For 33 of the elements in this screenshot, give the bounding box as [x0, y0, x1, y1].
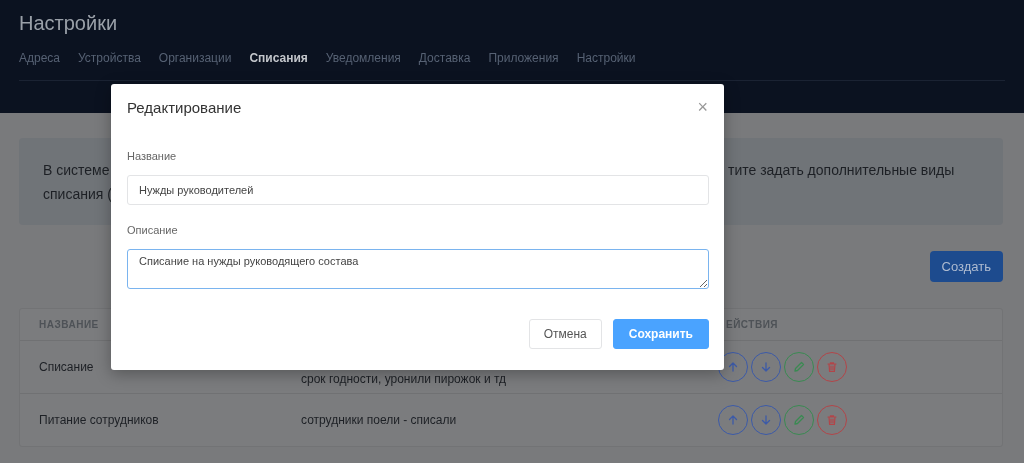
field-label: Описание: [127, 223, 179, 238]
pencil-icon: [792, 360, 806, 374]
pencil-icon: [792, 413, 806, 427]
description-field[interactable]: Списание на нужды руководящего состава: [127, 249, 709, 289]
name-field[interactable]: Нужды руководителей: [127, 175, 709, 205]
close-button[interactable]: ×: [695, 98, 710, 116]
field-label: Название: [127, 149, 178, 164]
arrow-down-icon: [759, 413, 773, 427]
save-button[interactable]: Сохранить: [612, 319, 709, 349]
cancel-button[interactable]: Отмена: [528, 319, 602, 349]
trash-icon: [825, 413, 839, 427]
nav-tab[interactable]: Списания: [249, 50, 308, 66]
nav-tab[interactable]: Адреса: [19, 50, 61, 66]
nav-tab[interactable]: Уведомления: [325, 50, 401, 66]
create-button[interactable]: Создать: [929, 251, 1003, 282]
table-cell-text: срок годности, уронили пирожок и тд: [301, 371, 508, 386]
nav-tab[interactable]: Приложения: [488, 50, 559, 66]
nav-tab[interactable]: Организации: [158, 50, 232, 66]
nav-tab[interactable]: Устройства: [78, 50, 141, 66]
arrow-up-icon: [726, 360, 740, 374]
arrow-up-icon: [726, 413, 740, 427]
info-text: В системе: [43, 161, 110, 180]
trash-icon: [825, 360, 839, 374]
info-text: списания (: [43, 185, 112, 204]
nav-tab[interactable]: Настройки: [576, 50, 636, 66]
nav-tab[interactable]: Доставка: [418, 50, 471, 66]
page-title: Настройки: [19, 11, 118, 36]
table-cell-text: Питание сотрудников: [38, 413, 160, 427]
table-cell-text: Списание: [38, 360, 95, 374]
table-cell-text: сотрудники поели - списали: [301, 413, 458, 427]
arrow-down-icon: [759, 360, 773, 374]
dialog-title: Редактирование: [127, 98, 242, 116]
info-text: тите задать дополнительные виды: [728, 161, 955, 180]
